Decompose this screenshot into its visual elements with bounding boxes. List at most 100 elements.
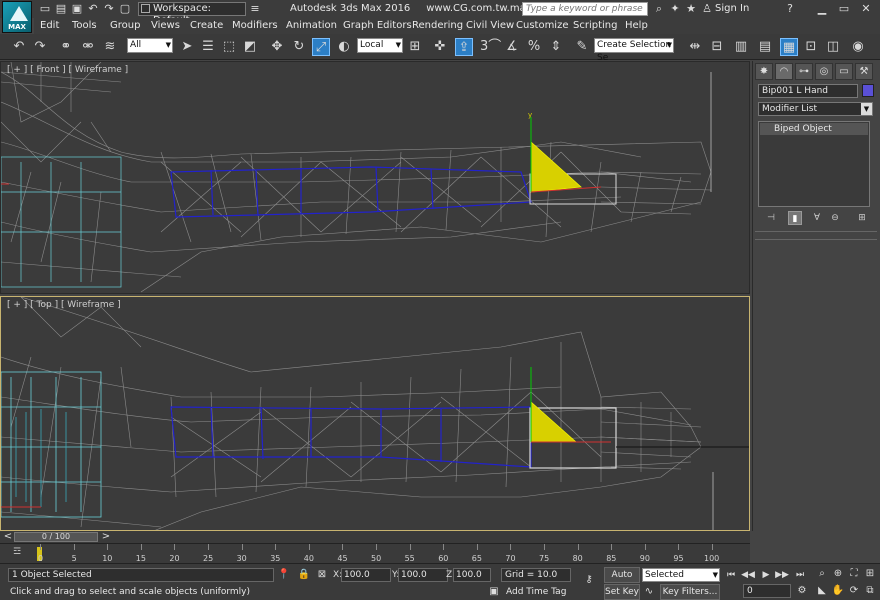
scene-explorer-icon[interactable]: ▤: [756, 38, 774, 56]
percent-snap-icon[interactable]: %: [525, 38, 543, 56]
menu-help[interactable]: Help: [625, 20, 648, 31]
create-tab-icon[interactable]: ✸: [755, 63, 773, 80]
edit-named-selection-icon[interactable]: ✎: [573, 38, 591, 56]
menu-tools[interactable]: Tools: [72, 20, 97, 31]
app-logo-button[interactable]: MAX: [2, 1, 32, 33]
remove-modifier-icon[interactable]: ⊖: [828, 211, 842, 225]
customize-quick-access-icon[interactable]: ≡: [248, 2, 262, 15]
play-icon[interactable]: ▶: [759, 568, 773, 582]
menu-modifiers[interactable]: Modifiers: [232, 20, 278, 31]
redo-icon[interactable]: ↷: [102, 2, 116, 15]
pin-icon[interactable]: 📍: [277, 568, 291, 582]
configure-modifier-sets-icon[interactable]: ⊞: [855, 211, 869, 225]
close-button[interactable]: ✕: [856, 1, 876, 17]
save-file-icon[interactable]: ▣: [70, 2, 84, 15]
time-slider-thumb[interactable]: 0 / 100: [14, 532, 98, 542]
orbit-icon[interactable]: ⟳: [846, 584, 862, 598]
next-frame-icon[interactable]: ▶▶: [775, 568, 789, 582]
zoom-extents-icon[interactable]: ⛶: [846, 567, 862, 581]
go-to-end-icon[interactable]: ⏭: [793, 568, 807, 582]
align-icon[interactable]: ⊟: [708, 38, 726, 56]
previous-frame-icon[interactable]: ◀◀: [741, 568, 755, 582]
y-coordinate-field[interactable]: 100.0: [398, 568, 448, 582]
selection-filter-dropdown[interactable]: All ▼: [127, 38, 173, 53]
key-tangent-icon[interactable]: ∿: [642, 585, 656, 599]
key-filters-button[interactable]: Key Filters...: [660, 584, 720, 600]
select-move-icon[interactable]: ✥: [268, 38, 286, 56]
select-object-icon[interactable]: ➤: [178, 38, 196, 56]
maximize-button[interactable]: ▭: [834, 1, 854, 17]
material-editor-icon[interactable]: ◫: [824, 38, 842, 56]
workspace-dropdown[interactable]: Workspace: Default: [138, 2, 246, 26]
schematic-view-icon[interactable]: ⊡: [802, 38, 820, 56]
time-slider-bar[interactable]: < 0 / 100 >: [0, 531, 750, 543]
pan-icon[interactable]: ✋: [830, 584, 846, 598]
go-to-start-icon[interactable]: ⏮: [724, 568, 738, 582]
undo-icon[interactable]: ↶: [86, 2, 100, 15]
menu-views[interactable]: Views: [151, 20, 180, 31]
reference-coordinate-dropdown[interactable]: Local ▼: [357, 38, 403, 53]
track-bar[interactable]: ☲ 0 5 10 15 20 25 30 35 40 45 50 55 60 65 70 75 80 85 90 95…: [0, 543, 750, 563]
angle-snap-icon[interactable]: ∡: [503, 38, 521, 56]
sign-in-link[interactable]: Sign In: [715, 3, 749, 14]
help-icon[interactable]: ?: [783, 2, 797, 15]
place-icon[interactable]: ◐: [335, 38, 353, 56]
x-coordinate-field[interactable]: 100.0: [341, 568, 391, 582]
time-configuration-icon[interactable]: ⚙: [795, 584, 809, 598]
menu-graph-editors[interactable]: Graph Editors: [343, 20, 412, 31]
undo-icon[interactable]: ↶: [10, 38, 28, 56]
mini-curve-editor-icon[interactable]: ☲: [10, 547, 24, 559]
modifier-list-dropdown[interactable]: Modifier List ▼: [758, 102, 873, 116]
menu-civil-view[interactable]: Civil View: [466, 20, 514, 31]
pivot-center-icon[interactable]: ⊞: [406, 38, 424, 56]
lock-selection-icon[interactable]: 🔒: [297, 568, 311, 582]
new-file-icon[interactable]: ▭: [38, 2, 52, 15]
zoom-all-icon[interactable]: ⊕: [830, 567, 846, 581]
menu-scripting[interactable]: Scripting: [573, 20, 617, 31]
link-icon[interactable]: ⚭: [57, 38, 75, 56]
favorites-icon[interactable]: ★: [684, 2, 698, 15]
motion-tab-icon[interactable]: ◎: [815, 63, 833, 80]
make-unique-icon[interactable]: ∀: [810, 211, 824, 225]
render-setup-icon[interactable]: ◉: [849, 38, 867, 56]
hierarchy-tab-icon[interactable]: ⊶: [795, 63, 813, 80]
rectangular-selection-icon[interactable]: ⬚: [220, 38, 238, 56]
menu-rendering[interactable]: Rendering: [412, 20, 463, 31]
snaps-toggle-icon[interactable]: 3⌒: [480, 38, 501, 56]
curve-editor-icon[interactable]: ▦: [780, 38, 798, 56]
current-frame-field[interactable]: 0: [743, 584, 791, 598]
select-by-name-icon[interactable]: ☰: [199, 38, 217, 56]
project-folder-icon[interactable]: ▢: [118, 2, 132, 15]
menu-customize[interactable]: Customize: [516, 20, 569, 31]
time-tag-icon[interactable]: ▣: [487, 585, 501, 599]
redo-icon[interactable]: ↷: [31, 38, 49, 56]
front-viewport-label[interactable]: [ + ] [ Front ] [ Wireframe ]: [7, 65, 128, 75]
show-end-result-icon[interactable]: ▮: [788, 211, 802, 225]
set-key-button[interactable]: Set Key: [604, 584, 640, 600]
select-manipulate-icon[interactable]: ✜: [431, 38, 449, 56]
communication-center-icon[interactable]: ✦: [668, 2, 682, 15]
zoom-icon[interactable]: ⌕: [814, 567, 830, 581]
keyboard-shortcut-override-icon[interactable]: ⇪: [455, 38, 473, 56]
menu-animation[interactable]: Animation: [286, 20, 337, 31]
stack-item-biped-object[interactable]: Biped Object: [760, 123, 868, 135]
add-time-tag-button[interactable]: Add Time Tag: [506, 587, 566, 597]
bind-space-warp-icon[interactable]: ≋: [101, 38, 119, 56]
transform-type-in-icon[interactable]: ⊠: [315, 568, 329, 582]
maximize-viewport-icon[interactable]: ⧉: [862, 584, 878, 598]
auto-key-button[interactable]: Auto Key: [604, 567, 640, 594]
mirror-icon[interactable]: ⇹: [686, 38, 704, 56]
minimize-button[interactable]: ▁: [812, 1, 832, 17]
display-tab-icon[interactable]: ▭: [835, 63, 853, 80]
menu-create[interactable]: Create: [190, 20, 223, 31]
modify-tab-icon[interactable]: ◠: [775, 63, 793, 80]
layer-manager-icon[interactable]: ▥: [732, 38, 750, 56]
named-selection-dropdown[interactable]: Create Selection Se ▼: [594, 38, 674, 63]
key-icon[interactable]: ⚷: [580, 573, 598, 587]
front-viewport[interactable]: y [ + ] [ Front ] [ Wireframe ]: [0, 61, 750, 294]
open-file-icon[interactable]: ▤: [54, 2, 68, 15]
utilities-tab-icon[interactable]: ⚒: [855, 63, 873, 80]
field-of-view-icon[interactable]: ◣: [814, 584, 830, 598]
select-scale-icon[interactable]: ⤢: [312, 38, 330, 56]
object-name-field[interactable]: Bip001 L Hand: [758, 84, 858, 98]
